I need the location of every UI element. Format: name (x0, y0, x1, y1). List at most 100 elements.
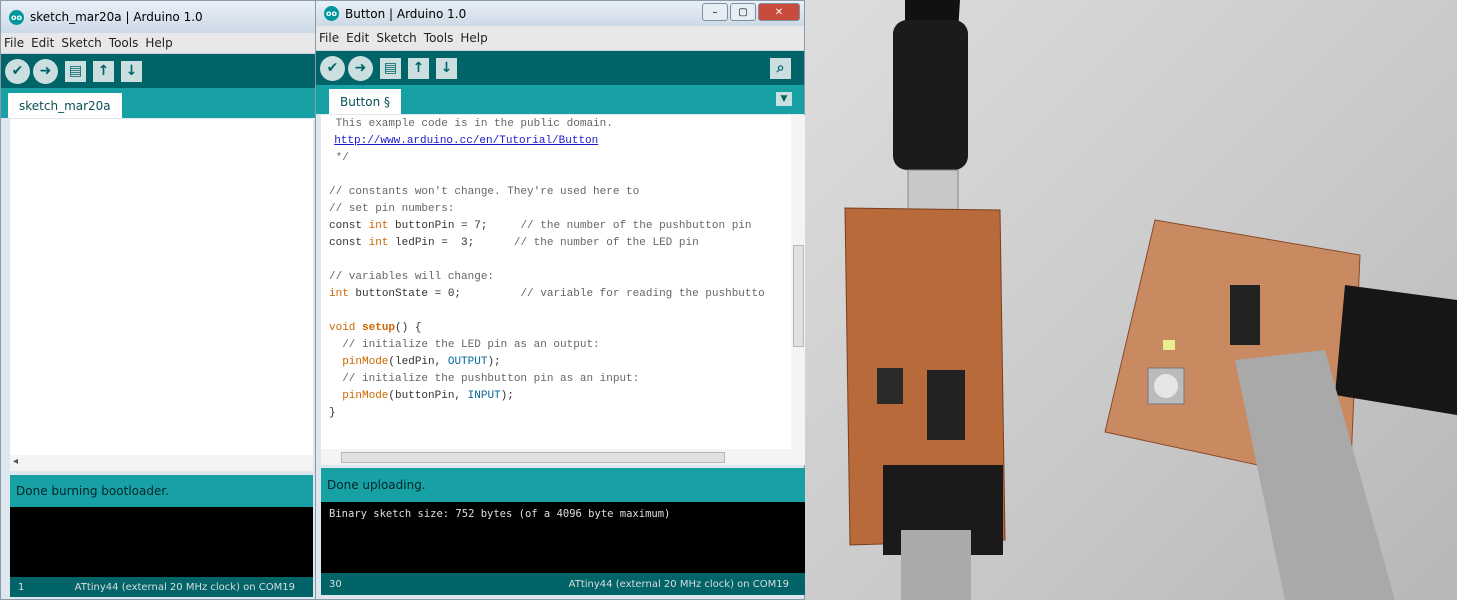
menu-tools[interactable]: Tools (109, 36, 139, 50)
main-window-title: Button | Arduino 1.0 (345, 6, 467, 21)
main-menubar: File Edit Sketch Tools Help (316, 26, 804, 51)
horizontal-scrollbar[interactable] (321, 449, 805, 465)
menu-sketch[interactable]: Sketch (61, 36, 101, 50)
code-token: // variable for reading the pushbutto (520, 288, 765, 300)
scroll-thumb[interactable] (793, 245, 804, 347)
close-button[interactable]: ✕ (758, 3, 800, 21)
scroll-left-icon[interactable]: ◂ (13, 456, 18, 467)
photo-illustration (844, 0, 1457, 600)
code-line: // initialize the LED pin as an output: (329, 339, 600, 351)
left-horizontal-scrollbar[interactable]: ◂ (10, 455, 313, 471)
menu-edit[interactable]: Edit (346, 31, 369, 45)
microcontroller-chip (927, 370, 965, 440)
window-controls: – ▢ ✕ (700, 3, 800, 21)
code-token: pinMode (342, 390, 389, 402)
code-line: // constants won't change. They're used … (329, 186, 640, 198)
code-token: buttonState = 0; (348, 288, 521, 300)
ribbon-cable (901, 530, 971, 600)
code-token: (buttonPin, (388, 390, 468, 402)
open-icon[interactable]: ↑ (93, 60, 114, 82)
save-icon[interactable]: ↓ (121, 60, 142, 82)
code-token: int (329, 288, 349, 300)
code-token: const (329, 220, 369, 232)
code-token: // the number of the pushbutton pin (520, 220, 752, 232)
menu-help[interactable]: Help (460, 31, 487, 45)
verify-icon[interactable]: ✔ (320, 55, 345, 81)
code-token: ); (500, 390, 514, 402)
tab-sketch[interactable]: sketch_mar20a (8, 93, 122, 118)
main-console: Binary sketch size: 752 bytes (of a 4096… (321, 502, 805, 573)
main-line-number: 30 (329, 578, 342, 590)
main-board-info: ATtiny44 (external 20 MHz clock) on COM1… (568, 578, 789, 590)
serial-monitor-icon[interactable]: ⌕ (770, 57, 791, 79)
code-line: // set pin numbers: (329, 203, 455, 215)
code-token: buttonPin = 7; (388, 220, 521, 232)
main-bottom-bar: 30 ATtiny44 (external 20 MHz clock) on C… (321, 573, 805, 595)
code-token: int (368, 237, 389, 249)
code-token: const (329, 237, 369, 249)
upload-icon[interactable]: ➜ (348, 55, 373, 81)
code-line: // variables will change: (329, 271, 495, 283)
left-line-number: 1 (18, 581, 25, 593)
left-titlebar[interactable]: oo sketch_mar20a | Arduino 1.0 (1, 1, 315, 33)
menu-sketch[interactable]: Sketch (376, 31, 416, 45)
code-line: } (329, 407, 336, 419)
maximize-button[interactable]: ▢ (730, 3, 756, 21)
menu-help[interactable]: Help (145, 36, 172, 50)
left-status-text: Done burning bootloader. (16, 484, 169, 498)
main-status-text: Done uploading. (327, 478, 426, 492)
code-token: (ledPin, (388, 356, 448, 368)
main-toolbar: ✔ ➜ ▤ ↑ ↓ ⌕ (316, 51, 804, 85)
code-token: pinMode (342, 356, 389, 368)
code-line: This example code is in the public domai… (329, 118, 613, 130)
code-token: setup (362, 322, 396, 334)
menu-file[interactable]: File (319, 31, 339, 45)
code-token: () { (395, 322, 422, 334)
header-cable (1335, 285, 1457, 415)
upload-icon[interactable]: ➜ (33, 58, 58, 84)
left-tabbar: sketch_mar20a (1, 88, 315, 118)
left-status-bar: Done burning bootloader. (10, 475, 313, 507)
code-token: OUTPUT (447, 356, 488, 368)
code-token: // the number of the LED pin (513, 237, 699, 249)
verify-icon[interactable]: ✔ (5, 58, 30, 84)
circuit-board-photo (805, 0, 1457, 600)
minimize-button[interactable]: – (702, 3, 728, 21)
console-text: Binary sketch size: 752 bytes (of a 4096… (329, 508, 671, 520)
code-token: ledPin = 3; (388, 237, 514, 249)
tab-menu-icon[interactable]: ▼ (776, 92, 792, 106)
main-status-bar: Done uploading. (321, 468, 805, 502)
arduino-logo-icon: oo (9, 9, 24, 25)
code-link[interactable]: http://www.arduino.cc/en/Tutorial/Button (334, 135, 598, 147)
tab-button[interactable]: Button § (329, 89, 402, 114)
code-editor[interactable]: This example code is in the public domai… (321, 115, 791, 449)
main-arduino-window: oo Button | Arduino 1.0 – ▢ ✕ File Edit … (315, 0, 805, 600)
pushbutton-cap (1154, 374, 1178, 398)
left-console (10, 507, 313, 577)
main-titlebar[interactable]: oo Button | Arduino 1.0 – ▢ ✕ (316, 1, 804, 26)
code-text: This example code is in the public domai… (321, 115, 791, 422)
code-line: // initialize the pushbutton pin as an i… (329, 373, 640, 385)
led (1163, 340, 1175, 350)
new-icon[interactable]: ▤ (380, 57, 401, 79)
left-arduino-window: oo sketch_mar20a | Arduino 1.0 File Edit… (0, 0, 316, 600)
menu-tools[interactable]: Tools (424, 31, 454, 45)
left-toolbar: ✔ ➜ ▤ ↑ ↓ (1, 54, 315, 88)
left-bottom-bar: 1 ATtiny44 (external 20 MHz clock) on CO… (10, 577, 313, 597)
left-editor[interactable] (10, 119, 313, 455)
code-token: ); (487, 356, 501, 368)
code-token: void (329, 322, 363, 334)
left-window-title: sketch_mar20a | Arduino 1.0 (30, 10, 203, 24)
scroll-thumb[interactable] (341, 452, 725, 463)
menu-file[interactable]: File (4, 36, 24, 50)
save-icon[interactable]: ↓ (436, 57, 457, 79)
new-icon[interactable]: ▤ (65, 60, 86, 82)
left-menubar: File Edit Sketch Tools Help (1, 33, 315, 54)
code-line: */ (329, 152, 349, 164)
vertical-scrollbar[interactable] (791, 115, 805, 449)
menu-edit[interactable]: Edit (31, 36, 54, 50)
open-icon[interactable]: ↑ (408, 57, 429, 79)
code-token: int (368, 220, 389, 232)
